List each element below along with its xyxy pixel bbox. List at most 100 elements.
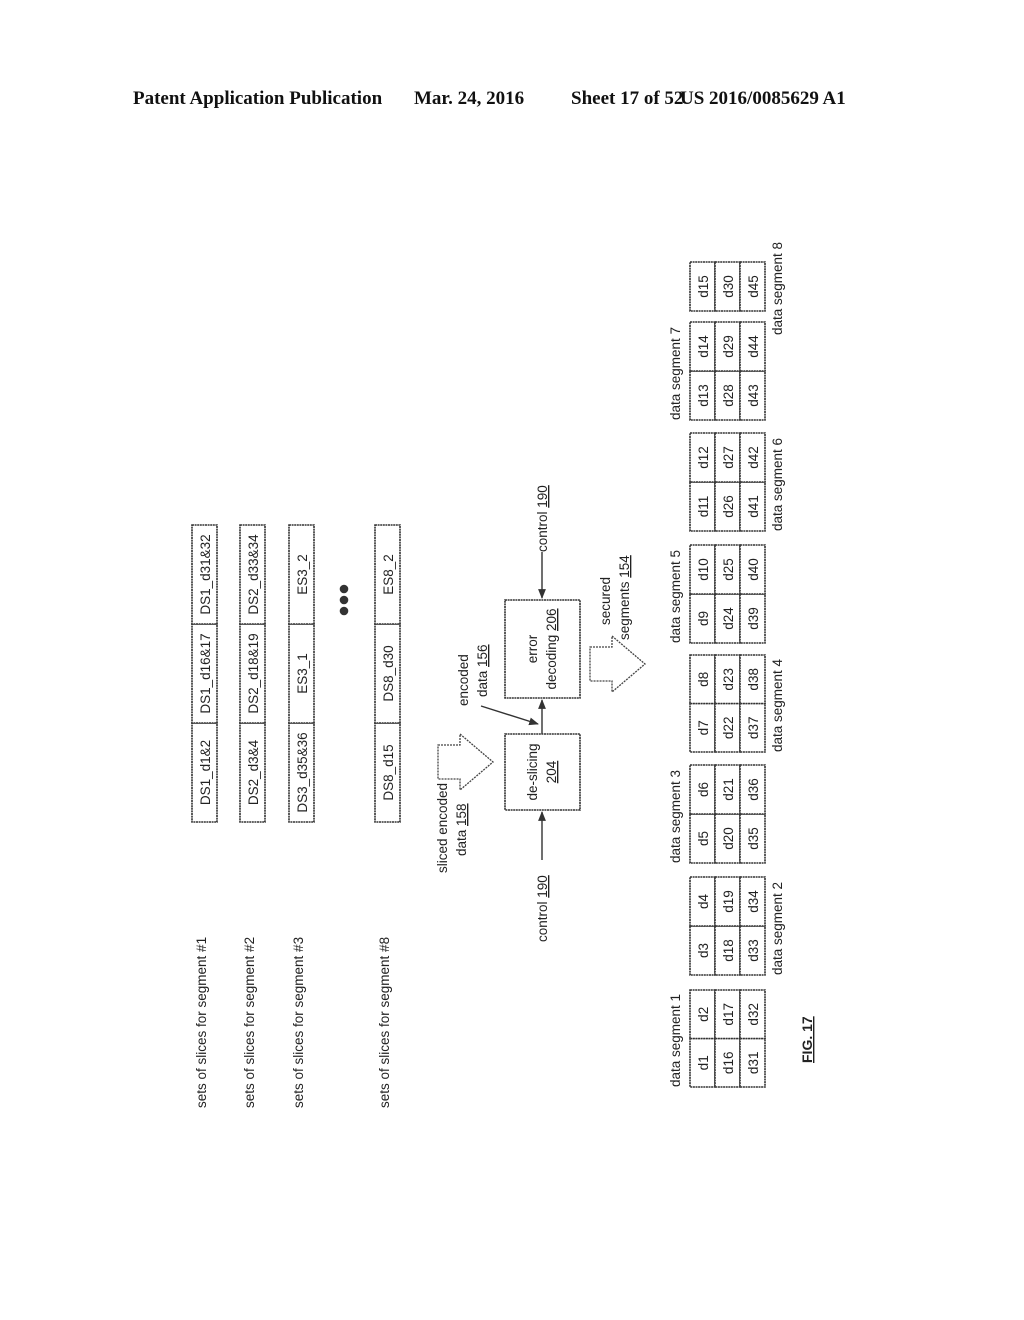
- data-cell-text: d17: [721, 1003, 736, 1026]
- sliced-encoded-line1: sliced encoded: [435, 783, 450, 873]
- control-right-label: control 190: [535, 485, 550, 552]
- data-cell-text: d37: [746, 717, 761, 740]
- data-cell-text: d11: [696, 496, 711, 518]
- data-segment-table: d15 d30 d45 data segment 8: [689, 242, 785, 335]
- data-cell-text: d45: [746, 275, 761, 298]
- error-decoding-text: decoding: [544, 635, 559, 690]
- error-decoding-block: [504, 599, 581, 699]
- data-segment-tables: d1 d2 d16 d17 d31 d32 data segment 1 d3 d4 d18 d19…: [668, 242, 785, 1088]
- data-cell-text: d40: [746, 558, 761, 581]
- ref-158: 158: [454, 803, 469, 826]
- encoded-data-pointer: [480, 705, 539, 726]
- data-cell-text: d22: [721, 717, 736, 740]
- slice-set-row: sets of slices for segment #2 DS2_d3&4 DS2…: [239, 524, 266, 1108]
- slice-cell-text: DS2_d3&4: [246, 739, 261, 805]
- data-cell-text: d4: [696, 894, 711, 910]
- error-decoding-label-2: decoding 206: [544, 608, 559, 689]
- data-segment-label: data segment 4: [770, 658, 785, 752]
- slice-cell-text: DS2_d33&34: [246, 534, 261, 615]
- data-cell-text: d24: [721, 607, 736, 630]
- sliced-encoded-input-arrow: [437, 732, 495, 792]
- data-segment-table: d13 d14 d28 d29 d43 d44 data segment 7: [668, 321, 766, 421]
- data-cell-text: d32: [746, 1003, 761, 1026]
- slice-set-label: sets of slices for segment #1: [194, 937, 209, 1108]
- slice-set-label: sets of slices for segment #2: [242, 937, 257, 1108]
- data-cell-text: d13: [696, 384, 711, 407]
- data-segment-label: data segment 7: [668, 327, 683, 420]
- data-cell-text: d31: [746, 1052, 761, 1075]
- data-segment-label: data segment 3: [668, 770, 683, 863]
- patent-figure: sets of slices for segment #1 DS1_d1&2 DS1…: [191, 242, 815, 1108]
- slice-set-label: sets of slices for segment #3: [291, 937, 306, 1108]
- data-cell-text: d42: [746, 446, 761, 469]
- de-slicing-block: [504, 733, 581, 811]
- slice-set-label: sets of slices for segment #8: [377, 937, 392, 1108]
- slice-cell-text: DS1_d31&32: [198, 534, 213, 614]
- encoded-label: encoded data 156: [456, 644, 490, 706]
- slice-cell-text: DS2_d18&19: [246, 633, 261, 713]
- data-cell-text: d14: [696, 335, 711, 358]
- encoded-line1: encoded: [456, 654, 471, 706]
- slice-cell-text: DS1_d1&2: [198, 740, 213, 805]
- ref-190-right: 190: [535, 485, 550, 508]
- data-segment-table: d9 d10 d24 d25 d39 d40 data segment 5: [668, 544, 766, 644]
- data-cell-text: d25: [721, 558, 736, 581]
- data-cell-text: d1: [696, 1055, 711, 1070]
- figure-label: FIG. 17: [799, 1016, 815, 1063]
- data-segment-table: d7 d8 d22 d23 d37 d38 data segment 4: [689, 654, 785, 753]
- ref-154: 154: [617, 555, 632, 578]
- slice-cell-text: ES3_1: [295, 653, 310, 694]
- ref-190-left: 190: [535, 875, 550, 898]
- slice-sets: sets of slices for segment #1 DS1_d1&2 DS1…: [191, 524, 401, 1108]
- data-cell-text: d43: [746, 384, 761, 407]
- slice-cell-text: DS3_d35&36: [295, 732, 310, 812]
- data-cell-text: d12: [696, 446, 711, 469]
- data-cell-text: d15: [696, 275, 711, 298]
- ellipsis-dots: [339, 584, 349, 616]
- slice-cell-text: DS8_d30: [381, 645, 396, 701]
- encoded-line2: data 156: [475, 644, 490, 697]
- data-cell-text: d28: [721, 384, 736, 407]
- ellipsis-dot: [339, 606, 349, 616]
- data-cell-text: d44: [746, 335, 761, 358]
- data-cell-text: d7: [696, 720, 711, 735]
- secured-line1: secured: [598, 577, 613, 625]
- slice-cell-text: DS8_d15: [381, 744, 396, 800]
- data-cell-text: d10: [696, 558, 711, 581]
- slice-cell-text: DS1_d16&17: [198, 633, 213, 713]
- control-right-text: control: [535, 508, 550, 552]
- data-segment-table: d3 d4 d18 d19 d33 d34 data segment 2: [689, 876, 785, 976]
- data-segment-label: data segment 2: [770, 882, 785, 975]
- data-segment-label: data segment 5: [668, 550, 683, 643]
- control-left-label: control 190: [535, 875, 550, 942]
- data-cell-text: d9: [696, 611, 711, 626]
- ellipsis-dot: [339, 584, 349, 594]
- data-cell-text: d8: [696, 672, 711, 687]
- de-slicing-ref: 204: [544, 760, 559, 783]
- data-cell-text: d41: [746, 495, 761, 518]
- data-segment-table: d1 d2 d16 d17 d31 d32 data segment 1: [668, 989, 766, 1088]
- data-cell-text: d6: [696, 782, 711, 797]
- data-cell-text: d26: [721, 495, 736, 518]
- data-cell-text: d16: [721, 1052, 736, 1075]
- data-cell-text: d5: [696, 831, 711, 846]
- data-segment-table: d5 d6 d20 d21 d35 d36 data segment 3: [668, 764, 766, 864]
- data-cell-text: d29: [721, 335, 736, 358]
- de-slicing-label: de-slicing: [525, 743, 540, 800]
- data-cell-text: d36: [746, 778, 761, 801]
- data-cell-text: d30: [721, 275, 736, 298]
- ref-206: 206: [544, 608, 559, 631]
- data-cell-text: d21: [721, 778, 736, 801]
- slice-cell-text: ES3_2: [295, 554, 310, 595]
- data-cell-text: d19: [721, 890, 736, 913]
- sliced-encoded-label: sliced encoded data 158: [435, 783, 469, 873]
- ref-156: 156: [475, 644, 490, 667]
- secured-line2: segments 154: [617, 555, 632, 640]
- slice-set-row: sets of slices for segment #1 DS1_d1&2 DS1…: [191, 524, 218, 1108]
- data-cell-text: d18: [721, 939, 736, 962]
- slice-cell-text: ES8_2: [381, 554, 396, 595]
- output-block-arrow: [589, 634, 647, 694]
- data-cell-text: d27: [721, 446, 736, 469]
- encoded-text: data: [475, 667, 490, 697]
- data-cell-text: d39: [746, 607, 761, 630]
